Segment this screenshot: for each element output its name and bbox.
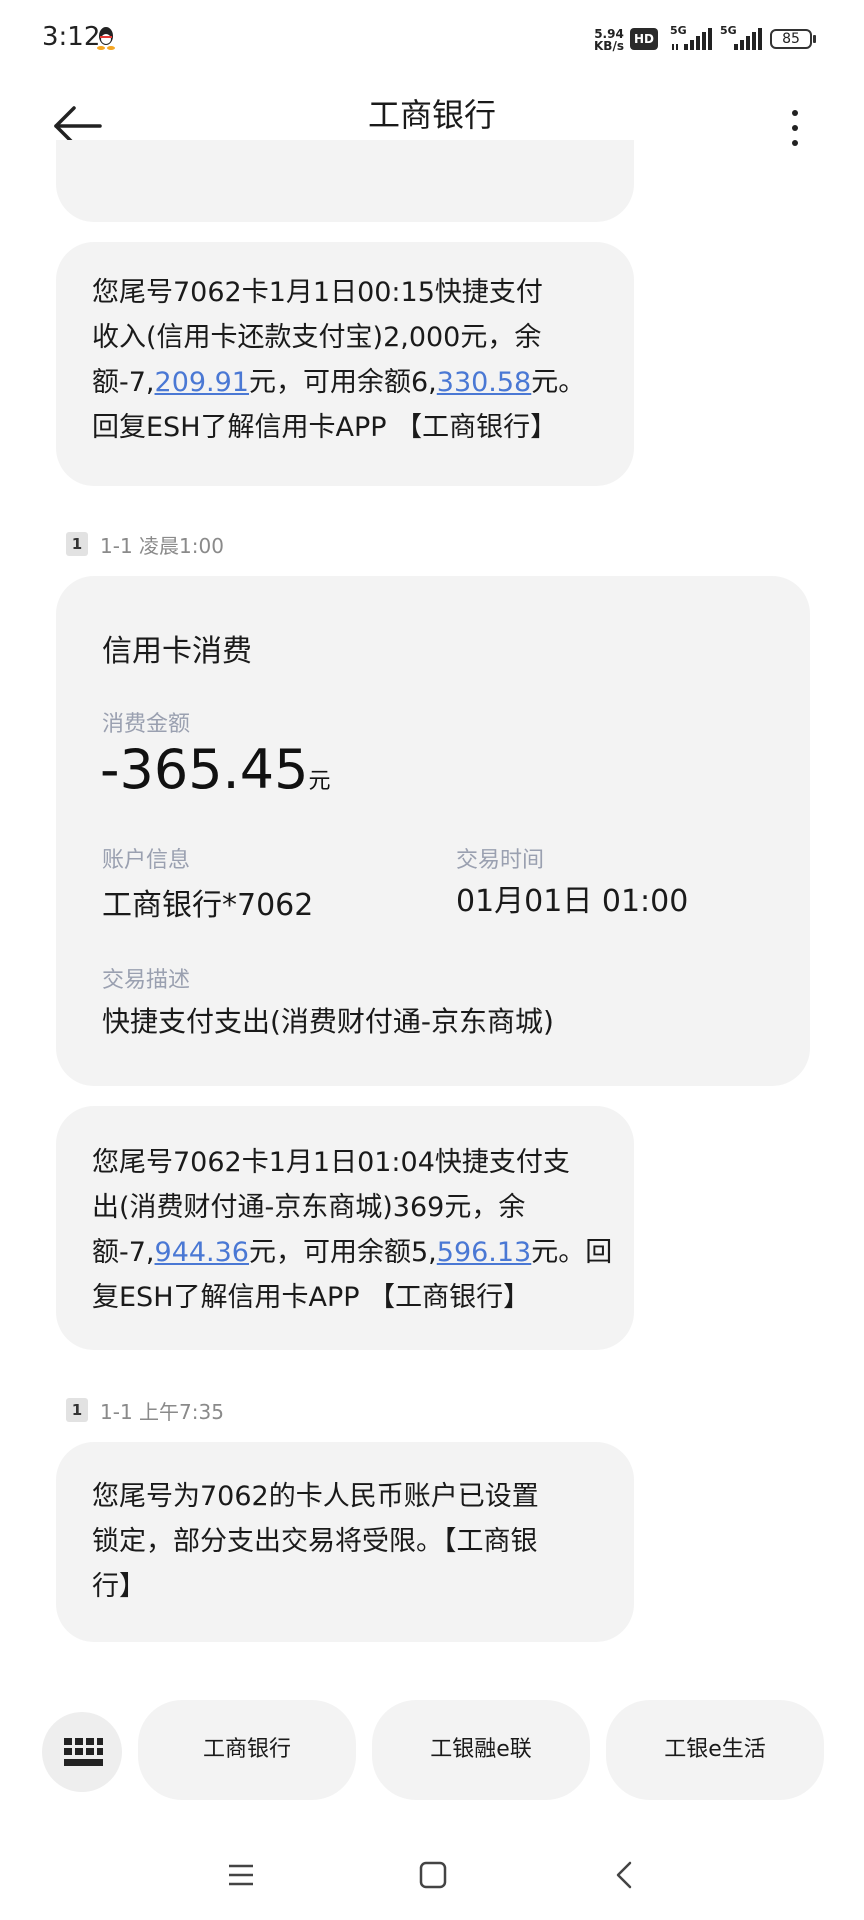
message-line: 额-7,209.91元，可用余额6,330.58元。 bbox=[92, 360, 585, 405]
menu-lines-icon bbox=[229, 1864, 253, 1886]
contact-name: 工商银行 bbox=[367, 96, 496, 134]
message-line: 您尾号7062卡1月1日01:04快捷支付支 bbox=[92, 1147, 570, 1178]
message-line: 行】 bbox=[92, 1571, 146, 1602]
more-options-button[interactable] bbox=[780, 104, 810, 152]
message-text: 额-7, bbox=[92, 367, 155, 398]
time-value: 01月01日 01:00 bbox=[456, 884, 689, 919]
message-line: 您尾号7062卡1月1日00:15快捷支付 bbox=[92, 277, 543, 308]
account-label: 账户信息 bbox=[102, 848, 191, 873]
description-value: 快捷支付支出(消费财付通-京东商城) bbox=[102, 1005, 554, 1038]
message-line: 额-7,944.36元，可用余额5,596.13元。回 bbox=[92, 1230, 612, 1275]
battery-level: 85 bbox=[782, 31, 800, 47]
chevron-left-icon bbox=[616, 1861, 632, 1889]
number-link[interactable]: 596.13 bbox=[437, 1237, 531, 1268]
network-speed-unit: KB/s bbox=[594, 39, 624, 53]
quick-reply-button[interactable]: 工银融e联 bbox=[372, 1700, 590, 1800]
message-bubble[interactable]: 您尾号7062卡1月1日00:15快捷支付 收入(信用卡还款支付宝)2,000元… bbox=[56, 242, 634, 486]
navigation-bar bbox=[0, 1840, 864, 1920]
home-button[interactable] bbox=[418, 1860, 448, 1890]
network-speed: 5.94 KB/s bbox=[592, 28, 626, 52]
status-time: 3:12 bbox=[42, 22, 101, 52]
keyboard-toggle-button[interactable] bbox=[42, 1712, 122, 1792]
number-link[interactable]: 944.36 bbox=[155, 1237, 249, 1268]
card-title: 信用卡消费 bbox=[102, 634, 252, 669]
amount-label: 消费金额 bbox=[102, 712, 191, 737]
number-link[interactable]: 209.91 bbox=[155, 367, 249, 398]
message-bubble-partial[interactable] bbox=[56, 140, 634, 222]
message-line: 您尾号为7062的卡人民币账户已设置 bbox=[92, 1481, 539, 1512]
back-nav-button[interactable] bbox=[610, 1860, 640, 1890]
qq-icon bbox=[97, 27, 115, 50]
signal-icon: 5G bbox=[670, 24, 714, 52]
hd-voice-badge: HD bbox=[630, 28, 658, 50]
signal-icon-2: 5G bbox=[720, 24, 764, 52]
quick-reply-button[interactable]: 工银e生活 bbox=[606, 1700, 824, 1800]
status-bar: 3:12 5.94 KB/s HD 5G 5G 85 bbox=[0, 0, 864, 80]
message-text: 元，可用余额5, bbox=[249, 1237, 437, 1268]
keyboard-icon bbox=[64, 1738, 103, 1766]
message-text: 元，可用余额6, bbox=[249, 367, 437, 398]
sim-badge: 1 bbox=[66, 1398, 88, 1422]
message-text: 元。 bbox=[531, 367, 586, 398]
description-label: 交易描述 bbox=[102, 968, 191, 993]
message-timestamp: 1-1 上午7:35 bbox=[100, 1400, 224, 1424]
message-text: 额-7, bbox=[92, 1237, 155, 1268]
message-timestamp: 1-1 凌晨1:00 bbox=[100, 534, 224, 558]
battery-tip bbox=[813, 35, 816, 43]
time-label: 交易时间 bbox=[456, 848, 545, 873]
message-bubble[interactable]: 您尾号7062卡1月1日01:04快捷支付支 出(消费财付通-京东商城)369元… bbox=[56, 1106, 634, 1350]
message-line: 收入(信用卡还款支付宝)2,000元，余 bbox=[92, 322, 542, 353]
message-line: 出(消费财付通-京东商城)369元，余 bbox=[92, 1192, 526, 1223]
amount-value: -365.45 bbox=[100, 738, 309, 801]
battery-icon: 85 bbox=[770, 29, 812, 49]
amount: -365.45元 bbox=[100, 738, 330, 801]
transaction-card[interactable]: 信用卡消费 消费金额 -365.45元 账户信息 工商银行*7062 交易时间 … bbox=[56, 576, 810, 1086]
amount-unit: 元 bbox=[308, 769, 331, 794]
number-link[interactable]: 330.58 bbox=[437, 367, 531, 398]
message-line: 回复ESH了解信用卡APP 【工商银行】 bbox=[92, 412, 558, 443]
message-text: 元。回 bbox=[531, 1237, 613, 1268]
home-square-icon bbox=[419, 1861, 447, 1889]
recent-apps-button[interactable] bbox=[226, 1860, 256, 1890]
quick-reply-button[interactable]: 工商银行 bbox=[138, 1700, 356, 1800]
account-value: 工商银行*7062 bbox=[102, 888, 314, 923]
sim-badge: 1 bbox=[66, 532, 88, 556]
message-line: 锁定，部分支出交易将受限。【工商银 bbox=[92, 1526, 538, 1557]
message-bubble[interactable]: 您尾号为7062的卡人民币账户已设置 锁定，部分支出交易将受限。【工商银 行】 bbox=[56, 1442, 634, 1642]
message-line: 复ESH了解信用卡APP 【工商银行】 bbox=[92, 1282, 531, 1313]
